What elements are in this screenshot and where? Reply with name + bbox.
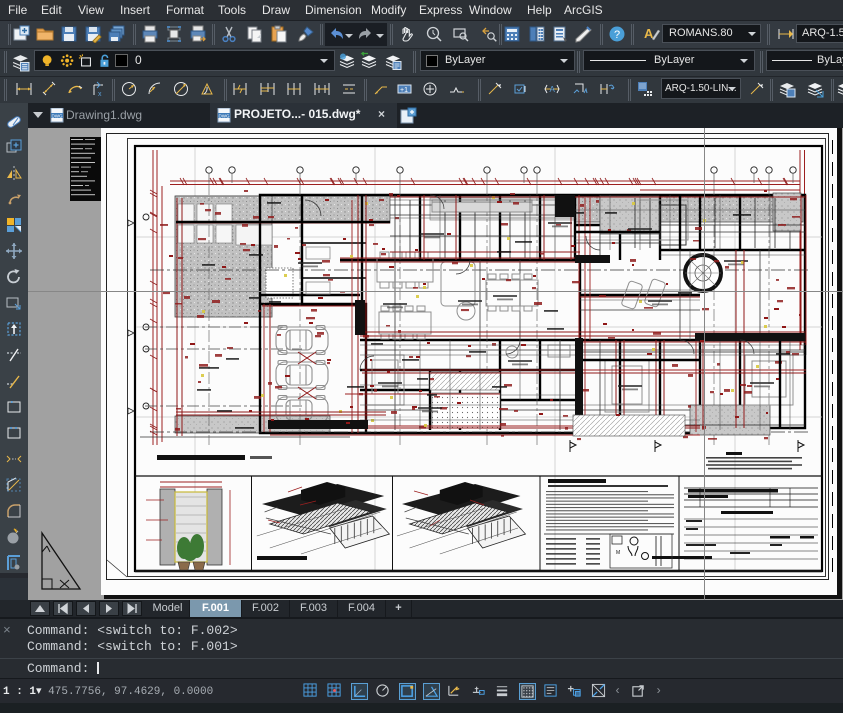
svg-text:x: x xyxy=(98,91,102,98)
svg-text:+1: +1 xyxy=(400,87,408,94)
svg-text:M: M xyxy=(616,550,620,556)
svg-text:DWG: DWG xyxy=(52,113,63,118)
svg-text:A: A xyxy=(550,85,556,94)
svg-text:?: ? xyxy=(614,29,620,41)
svg-text:DWG: DWG xyxy=(219,113,230,118)
